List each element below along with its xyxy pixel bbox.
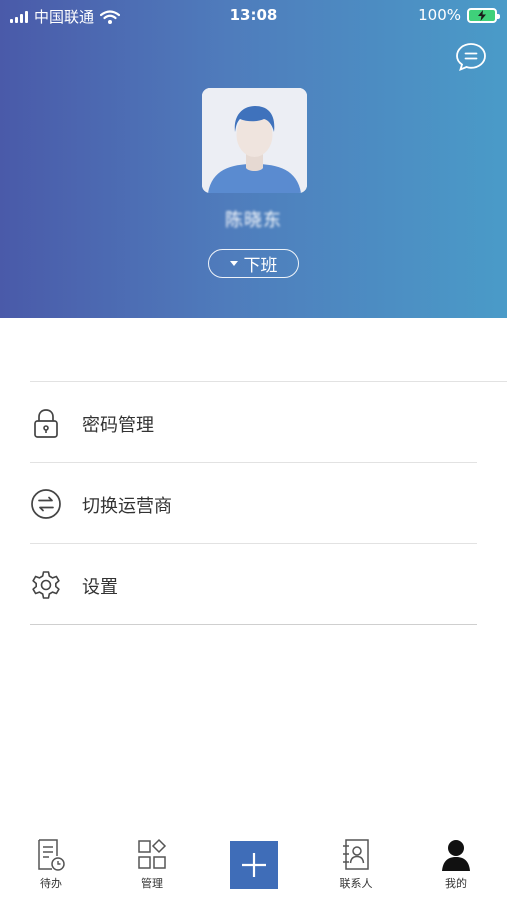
menu-item-switch-carrier[interactable]: 切换运营商 [0,463,507,544]
todo-icon [38,839,65,871]
status-bar: 中国联通 13:08 100% [0,0,507,30]
default-avatar-icon [202,88,307,193]
gear-icon [32,571,60,599]
switch-icon [31,489,61,519]
tab-label-me: 我的 [445,877,467,890]
status-bar-right: 100% [418,6,500,24]
add-button[interactable] [230,841,278,889]
work-status-dropdown[interactable]: 下班 [208,249,299,278]
menu-item-password[interactable]: 密码管理 [0,382,507,463]
tab-me[interactable]: 我的 [426,838,486,891]
work-status-label: 下班 [243,256,278,276]
tab-contacts[interactable]: 联系人 [326,838,386,891]
tab-label-contacts: 联系人 [339,877,373,890]
settings-menu: 密码管理 切换运营商 设置 [0,382,507,625]
person-icon [442,840,470,871]
tab-label-manage: 管理 [141,877,163,890]
manage-grid-icon [138,838,167,869]
message-bubble-icon[interactable] [455,42,487,72]
menu-label-password: 密码管理 [82,415,154,436]
user-name: 陈晓东 [225,210,282,231]
tab-manage[interactable]: 管理 [122,838,182,891]
bottom-tab-bar: 待办 管理 联系人 我的 [0,830,507,900]
battery-percent: 100% [418,6,461,24]
profile-screen: 中国联通 13:08 100% 陈晓东 下班 密码管理 切换运营商 设置 待办 … [0,0,507,900]
battery-icon [467,7,500,23]
charging-bolt-icon [478,9,486,21]
menu-item-settings[interactable]: 设置 [0,544,507,625]
caret-down-icon [229,261,238,266]
contacts-icon [343,839,369,870]
menu-divider [30,623,477,625]
profile-header: 中国联通 13:08 100% 陈晓东 下班 [0,0,507,318]
avatar[interactable] [202,88,307,193]
plus-icon [242,853,266,877]
tab-label-todo: 待办 [40,877,62,890]
menu-label-settings: 设置 [82,577,118,598]
tab-todo[interactable]: 待办 [21,838,81,891]
lock-icon [34,409,58,438]
menu-label-switch-carrier: 切换运营商 [82,496,172,517]
